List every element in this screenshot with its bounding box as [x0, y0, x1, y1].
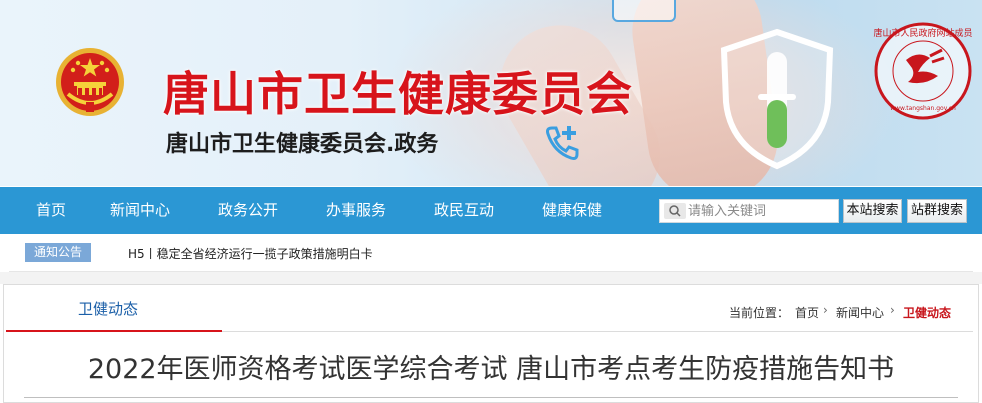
seal-text: 唐山市人民政府网站成员 — [873, 27, 972, 39]
phone-plus-icon — [546, 126, 579, 160]
search-box — [659, 199, 839, 223]
title-underline — [24, 397, 958, 398]
article-title: 2022年医师资格考试医学综合考试 唐山市考点考生防疫措施告知书 — [87, 354, 895, 385]
header-banner: 唐山市卫生健康委员会 唐山市卫生健康委员会.政务 唐山市人民政府网站成员 www… — [0, 0, 982, 186]
notice-bar: 通知公告 H5丨稳定全省经济运行一揽子政策措施明白卡 — [9, 235, 973, 272]
nav-item-government-affairs[interactable]: 政务公开 — [218, 187, 278, 234]
section-tab-label[interactable]: 卫健动态 — [78, 298, 138, 319]
seal-url: www.tangshan.gov.cn — [890, 105, 956, 112]
breadcrumb-news[interactable]: 新闻中心 — [836, 304, 884, 321]
card-icon — [612, 0, 676, 22]
nav-item-news[interactable]: 新闻中心 — [110, 187, 170, 234]
nav-item-health[interactable]: 健康保健 — [542, 187, 602, 234]
section-underline — [222, 331, 973, 332]
nav-item-home[interactable]: 首页 — [36, 187, 66, 234]
site-subtitle: 唐山市卫生健康委员会.政务 — [166, 132, 439, 157]
chevron-right-icon: › — [823, 303, 828, 317]
nav-item-services[interactable]: 办事服务 — [326, 187, 386, 234]
notice-link[interactable]: H5丨稳定全省经济运行一揽子政策措施明白卡 — [128, 245, 373, 262]
section-divider — [0, 272, 982, 284]
breadcrumb-current: 卫健动态 — [903, 306, 952, 320]
shield-capsule-icon — [720, 28, 834, 170]
government-seal-icon: 唐山市人民政府网站成员 www.tangshan.gov.cn — [873, 22, 973, 120]
breadcrumb-prefix: 当前位置： — [729, 306, 790, 320]
search-icon — [664, 203, 686, 219]
search-input[interactable] — [688, 202, 836, 220]
group-search-button[interactable]: 站群搜索 — [907, 199, 967, 223]
national-emblem-icon — [56, 48, 124, 116]
section-tab: 卫健动态 — [6, 284, 222, 332]
site-title: 唐山市卫生健康委员会 — [163, 67, 633, 121]
chevron-right-icon: › — [890, 303, 895, 317]
notice-badge: 通知公告 — [25, 243, 91, 262]
nav-item-interaction[interactable]: 政民互动 — [434, 187, 494, 234]
breadcrumb-home[interactable]: 首页 — [795, 304, 819, 321]
site-search-button[interactable]: 本站搜索 — [843, 199, 902, 223]
